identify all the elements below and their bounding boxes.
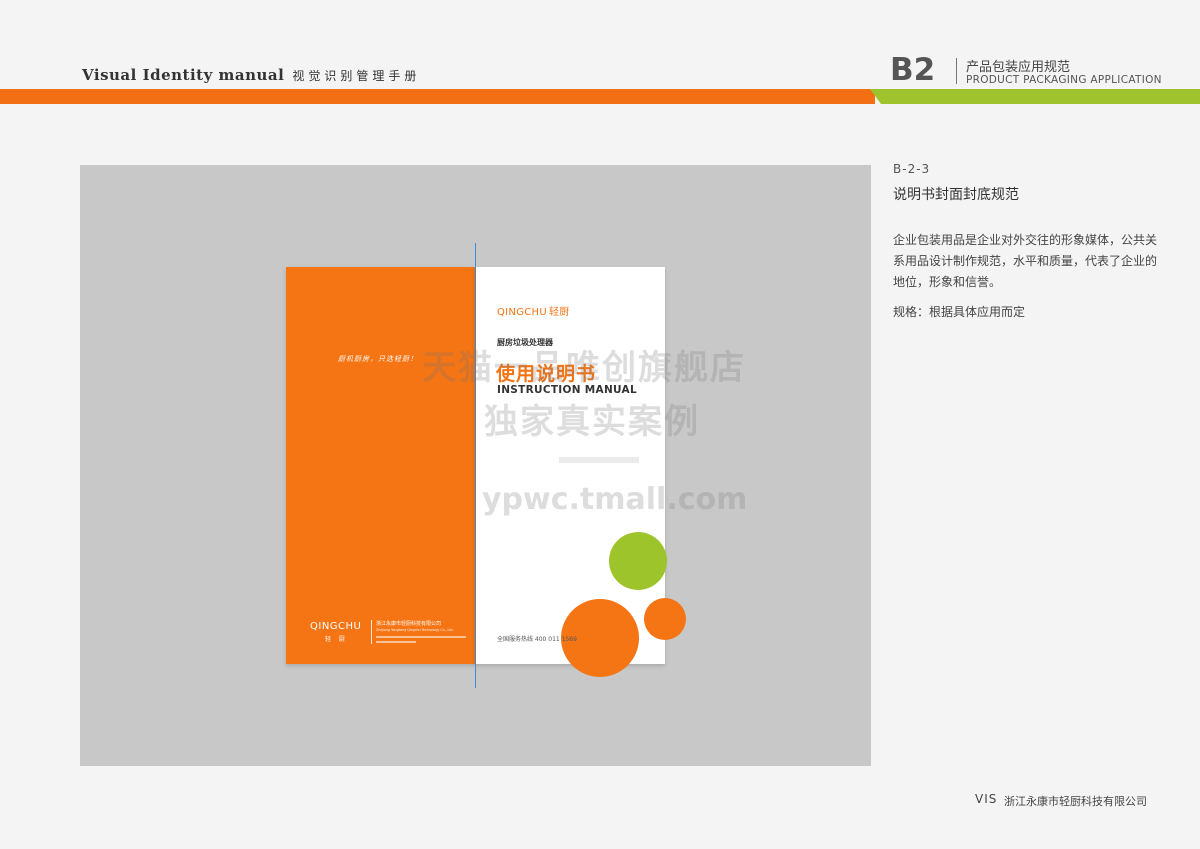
front-cover-logo-en: QINGCHU bbox=[497, 307, 547, 318]
back-cover-logo-cn: 轻 厨 bbox=[325, 636, 348, 643]
decor-green-circle bbox=[609, 532, 667, 590]
manual-front-cover bbox=[475, 267, 665, 664]
back-cover-address-line bbox=[376, 636, 466, 638]
item-spec: 规格：根据具体应用而定 bbox=[893, 305, 1026, 319]
watermark-url: ypwc.tmall.com bbox=[482, 482, 748, 517]
section-title-en: PRODUCT PACKAGING APPLICATION bbox=[966, 74, 1162, 86]
item-code: B-2-3 bbox=[893, 162, 931, 176]
back-cover-address-line bbox=[376, 641, 416, 643]
back-cover-company-en: Zhejiang Yongkang Qingchu Technology Co.… bbox=[376, 628, 454, 632]
manual-title-cn: 视觉识别管理手册 bbox=[292, 69, 421, 83]
footer-vis: VIS bbox=[975, 792, 998, 806]
back-cover-company: 浙江永康市轻厨科技有限公司 bbox=[376, 621, 442, 627]
footer-company: 浙江永康市轻厨科技有限公司 bbox=[1004, 795, 1147, 808]
section-divider bbox=[956, 58, 957, 84]
manual-title-en: Visual Identity manual bbox=[82, 66, 285, 84]
fold-line bbox=[475, 243, 476, 688]
item-description: 企业包装用品是企业对外交往的形象媒体，公共关系用品设计制作规范，水平和质量，代表… bbox=[893, 233, 1158, 289]
header-orange-bar bbox=[0, 89, 875, 104]
manual-title: Visual Identity manual 视觉识别管理手册 bbox=[82, 66, 420, 84]
header-green-bar bbox=[870, 89, 1200, 104]
back-cover-slogan: 厨机厨房，只选轻厨！ bbox=[338, 355, 418, 363]
section-code: B2 bbox=[890, 52, 936, 88]
front-cover-hotline: 全国服务热线 400 011 1569 bbox=[497, 636, 577, 643]
front-cover-logo-text: QINGCHU 轻厨 bbox=[497, 303, 570, 318]
section-title-cn: 产品包装应用规范 bbox=[966, 60, 1071, 75]
decor-orange-circle-small bbox=[644, 598, 686, 640]
watermark-line: 独家真实案例 bbox=[484, 402, 700, 442]
front-cover-logo-cn: 轻厨 bbox=[548, 307, 570, 318]
front-cover-rule bbox=[559, 457, 639, 463]
back-cover-logo-text: QINGCHU bbox=[310, 621, 362, 632]
watermark-line: 天猫一品唯创旗舰店 bbox=[422, 348, 746, 388]
back-cover-divider bbox=[371, 620, 372, 644]
item-title: 说明书封面封底规范 bbox=[893, 187, 1019, 203]
manual-back-cover bbox=[286, 267, 475, 664]
